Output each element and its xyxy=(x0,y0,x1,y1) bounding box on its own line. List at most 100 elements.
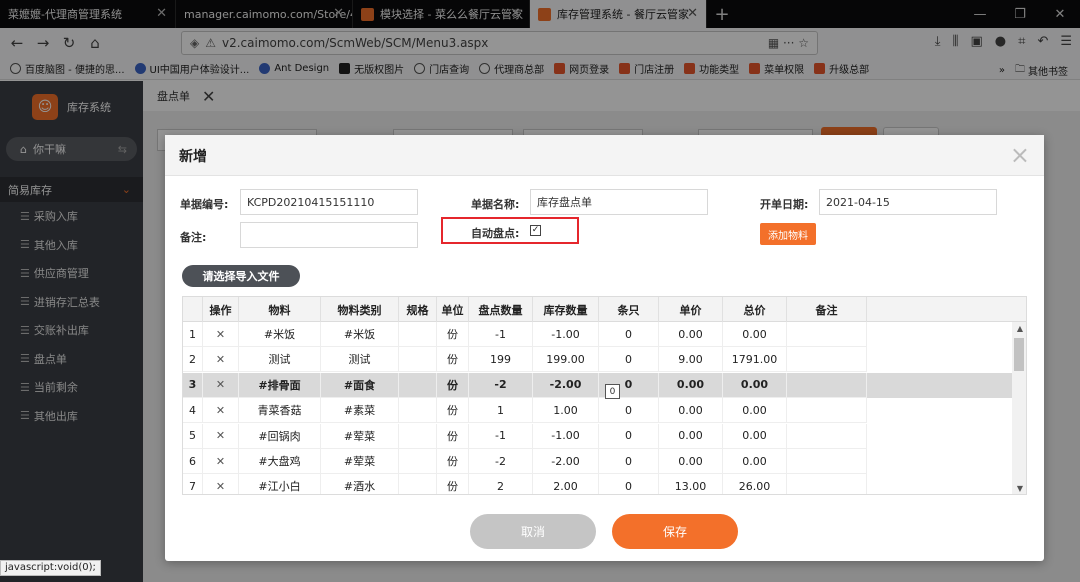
cell-unit: 份 xyxy=(437,449,469,474)
scrollbar-thumb[interactable] xyxy=(1014,338,1024,371)
cell-count-qty[interactable]: -2 xyxy=(469,449,533,474)
cell-material: #排骨面 xyxy=(239,372,321,398)
cell-pieces: 0 xyxy=(599,322,659,347)
cell-material: #米饭 xyxy=(239,322,321,347)
cell-spec xyxy=(399,347,437,373)
cell-tooltip: 0 xyxy=(605,384,620,399)
header-cell: 盘点数量 xyxy=(469,297,533,322)
cell-stock-qty: -2.00 xyxy=(533,372,599,398)
cell-total: 0.00 xyxy=(723,322,787,347)
cell-material: 测试 xyxy=(239,347,321,373)
cell-pieces: 0 xyxy=(599,474,659,494)
cancel-button[interactable]: 取消 xyxy=(470,514,596,549)
remark-field[interactable] xyxy=(240,222,418,248)
cell-price: 0.00 xyxy=(659,398,723,424)
header-index xyxy=(183,297,203,322)
cell-spec xyxy=(399,423,437,449)
delete-row-icon[interactable]: ✕ xyxy=(203,474,239,494)
cell-material: #大盘鸡 xyxy=(239,449,321,474)
cell-material: #江小白 xyxy=(239,474,321,494)
add-dialog: 新增 × 单据编号: KCPD20210415151110 单据名称: 库存盘点… xyxy=(165,135,1044,561)
cell-total: 0.00 xyxy=(723,449,787,474)
cell-price: 13.00 xyxy=(659,474,723,494)
doc-no-label: 单据编号: xyxy=(180,198,229,211)
cell-price: 0.00 xyxy=(659,372,723,398)
cell-price: 0.00 xyxy=(659,423,723,449)
cell-no: 3 xyxy=(183,372,203,398)
cell-stock-qty: 2.00 xyxy=(533,474,599,494)
doc-name-field[interactable]: 库存盘点单 xyxy=(530,189,708,215)
cell-total: 0.00 xyxy=(723,372,787,398)
cell-pieces: 0 xyxy=(599,347,659,373)
table-header: 操作 物料 物料类别 规格 单位 盘点数量 库存数量 条只 单价 总价 备注 xyxy=(183,297,1026,322)
save-button[interactable]: 保存 xyxy=(612,514,738,549)
cell-count-qty[interactable]: -1 xyxy=(469,322,533,347)
scroll-up-icon[interactable]: ▲ xyxy=(1017,324,1023,333)
table-row[interactable]: 7 ✕ #江小白 #酒水 份 2 2.00 0 13.00 26.00 xyxy=(183,474,1013,494)
table-row[interactable]: 5 ✕ #回锅肉 #荤菜份 -1 -1.00 0 0.00 0.00 xyxy=(183,423,1013,449)
cell-total: 1791.00 xyxy=(723,347,787,373)
delete-row-icon[interactable]: ✕ xyxy=(203,322,239,347)
cell-spec xyxy=(399,474,437,494)
delete-row-icon[interactable]: ✕ xyxy=(203,398,239,424)
cell-price: 0.00 xyxy=(659,322,723,347)
cell-count-qty[interactable]: 1 xyxy=(469,398,533,424)
cell-note xyxy=(787,423,867,449)
cell-note xyxy=(787,449,867,474)
table-row[interactable]: 2 ✕ 测试 测试份 199 199.00 0 9.00 1791.00 xyxy=(183,347,1013,373)
cell-no: 7 xyxy=(183,474,203,494)
cell-pieces: 0 xyxy=(599,423,659,449)
header-cell: 单位 xyxy=(437,297,469,322)
scroll-down-icon[interactable]: ▼ xyxy=(1017,484,1023,493)
cell-note xyxy=(787,322,867,347)
cell-count-qty[interactable]: 2 xyxy=(469,474,533,494)
cell-unit: 份 xyxy=(437,322,469,347)
delete-row-icon[interactable]: ✕ xyxy=(203,449,239,474)
close-icon[interactable]: × xyxy=(1010,141,1030,169)
cell-total: 0.00 xyxy=(723,423,787,449)
delete-row-icon[interactable]: ✕ xyxy=(203,372,239,398)
auto-check-checkbox[interactable]: ✓ xyxy=(530,225,541,236)
cell-count-qty[interactable]: 199 xyxy=(469,347,533,373)
cell-unit: 份 xyxy=(437,372,469,398)
header-cell: 备注 xyxy=(787,297,867,322)
cell-spec xyxy=(399,398,437,424)
cell-price: 0.00 xyxy=(659,449,723,474)
table-scrollbar[interactable]: ▲ ▼ xyxy=(1012,322,1026,494)
header-cell: 条只 xyxy=(599,297,659,322)
cell-unit: 份 xyxy=(437,423,469,449)
delete-row-icon[interactable]: ✕ xyxy=(203,347,239,373)
delete-row-icon[interactable]: ✕ xyxy=(203,423,239,449)
cell-no: 1 xyxy=(183,322,203,347)
cell-pieces: 0 xyxy=(599,449,659,474)
cell-total: 26.00 xyxy=(723,474,787,494)
table-row[interactable]: 4 ✕ 青菜香菇 #素菜份 1 1.00 0 0.00 0.00 xyxy=(183,398,1013,424)
cell-category: #荤菜 xyxy=(321,449,399,474)
cell-material: #回锅肉 xyxy=(239,423,321,449)
cell-no: 6 xyxy=(183,449,203,474)
open-date-label: 开单日期: xyxy=(760,198,809,211)
cell-stock-qty: -1.00 xyxy=(533,423,599,449)
cell-note xyxy=(787,372,867,398)
cell-unit: 份 xyxy=(437,398,469,424)
table-row[interactable]: 3 ✕ #排骨面 #面食 份 -2 -2.00 0 0.00 0.00 xyxy=(183,372,1013,398)
cell-note xyxy=(787,347,867,373)
cell-note xyxy=(787,474,867,494)
table-row[interactable]: 6 ✕ #大盘鸡 #荤菜份 -2 -2.00 0 0.00 0.00 xyxy=(183,449,1013,474)
cell-count-qty[interactable]: -1 xyxy=(469,423,533,449)
cell-price: 9.00 xyxy=(659,347,723,373)
header-cell: 总价 xyxy=(723,297,787,322)
import-file-button[interactable]: 请选择导入文件 xyxy=(182,265,300,287)
header-cell: 库存数量 xyxy=(533,297,599,322)
dialog-title: 新增 xyxy=(179,149,207,165)
add-material-button[interactable]: 添加物料 xyxy=(760,223,816,245)
doc-name-label: 单据名称: xyxy=(471,198,520,211)
cell-spec xyxy=(399,449,437,474)
doc-no-field[interactable]: KCPD20210415151110 xyxy=(240,189,418,215)
header-cell: 操作 xyxy=(203,297,239,322)
cell-unit: 份 xyxy=(437,474,469,494)
cell-stock-qty: -2.00 xyxy=(533,449,599,474)
table-row[interactable]: 1 ✕ #米饭 #米饭份 -1 -1.00 0 0.00 0.00 xyxy=(183,322,1013,347)
open-date-field[interactable]: 2021-04-15 xyxy=(819,189,997,215)
cell-count-qty[interactable]: -2 xyxy=(469,372,533,398)
